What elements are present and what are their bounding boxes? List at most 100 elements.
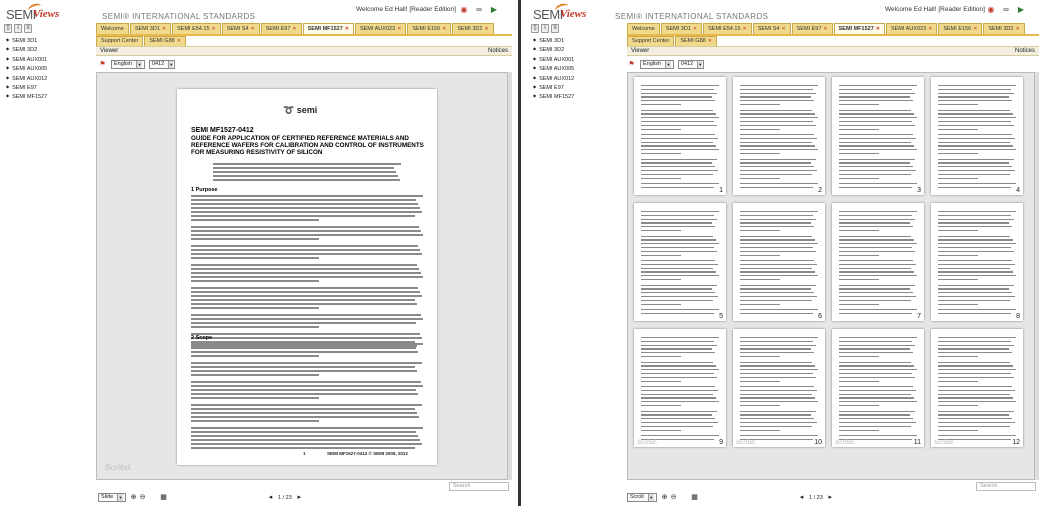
exit-icon[interactable]: ▶ — [1015, 3, 1027, 15]
close-icon[interactable]: ✕ — [292, 24, 296, 34]
document-tab[interactable]: SEMI 3D1 ✕ — [660, 23, 703, 34]
next-page-icon[interactable]: ▸ — [826, 493, 835, 502]
notices-label[interactable]: Notices — [488, 47, 508, 56]
document-tab[interactable]: SEMI AUX023 ✕ — [354, 23, 407, 34]
list-icon[interactable]: ≡ — [24, 24, 32, 33]
zoom-in-icon[interactable]: ⊕ — [129, 493, 138, 502]
close-icon[interactable]: ✕ — [693, 24, 697, 34]
viewer-label[interactable]: Viewer — [100, 47, 118, 56]
view-mode-select[interactable]: Slide ▼ — [98, 493, 126, 502]
document-tab[interactable]: SEMI E54.15 ✕ — [172, 23, 221, 34]
prev-page-icon[interactable]: ◂ — [797, 493, 806, 502]
close-icon[interactable]: ✕ — [823, 24, 827, 34]
close-icon[interactable]: ✕ — [1015, 24, 1019, 34]
sidebar-doc-item[interactable]: SEMI MF1527 — [533, 92, 574, 101]
page-thumbnail[interactable]: Scribd. 12 — [931, 329, 1023, 447]
page-thumbnail[interactable]: 3 — [832, 77, 924, 195]
view-mode-select[interactable]: Scroll ▼ — [627, 493, 657, 502]
document-tab[interactable]: SEMI MF1527 ✕ — [302, 23, 354, 34]
document-icon[interactable]: ▯ — [4, 24, 12, 33]
close-icon[interactable]: ✕ — [708, 37, 712, 46]
document-tab[interactable]: Support Center — [96, 36, 144, 46]
zoom-in-icon[interactable]: ⊕ — [660, 493, 669, 502]
document-tab[interactable]: SEMI E54.15 ✕ — [703, 23, 752, 34]
viewer-label[interactable]: Viewer — [631, 47, 649, 56]
binoculars-icon[interactable]: ∞ — [1000, 3, 1012, 15]
grid-icon[interactable]: ▦ — [690, 493, 699, 502]
document-tab[interactable]: Support Center — [627, 36, 675, 46]
exit-icon[interactable]: ▶ — [488, 3, 500, 15]
document-tab[interactable]: SEMI S4 ✕ — [221, 23, 260, 34]
page-thumbnail[interactable]: 8 — [931, 203, 1023, 321]
thumbnail-viewport[interactable]: 1 2 3 4 5 6 7 8 Scribd. 9 Scribd. 10 Scribd. 11 Scribd… — [627, 72, 1039, 480]
page-thumbnail[interactable]: 6 — [733, 203, 825, 321]
document-tab[interactable]: SEMI MF1527 ✕ — [833, 23, 885, 34]
sidebar-doc-item[interactable]: SEMI AUX001 — [533, 55, 574, 64]
sidebar-doc-item[interactable]: SEMI E97 — [6, 83, 47, 92]
flag-icon[interactable]: ⚑ — [627, 60, 636, 69]
sidebar-doc-item[interactable]: SEMI MF1527 — [6, 92, 47, 101]
sidebar-doc-item[interactable]: SEMI AUX012 — [533, 74, 574, 83]
close-icon[interactable]: ✕ — [973, 24, 977, 34]
binoculars-icon[interactable]: ∞ — [473, 3, 485, 15]
document-tab[interactable]: SEMI S4 ✕ — [752, 23, 791, 34]
left-scrollbar[interactable] — [507, 72, 512, 480]
sidebar-doc-item[interactable]: SEMI AUX012 — [6, 74, 47, 83]
document-tab[interactable]: SEMI E97 ✕ — [791, 23, 833, 34]
search-input[interactable]: Search — [976, 482, 1036, 491]
document-tab[interactable]: Welcome — [96, 23, 129, 34]
page-thumbnail[interactable]: 1 — [634, 77, 726, 195]
page-thumbnail[interactable]: Scribd. 10 — [733, 329, 825, 447]
info-icon[interactable]: i — [541, 24, 549, 33]
close-icon[interactable]: ✕ — [928, 24, 932, 34]
document-tab[interactable]: SEMI G88 ✕ — [675, 36, 717, 46]
sidebar-doc-item[interactable]: SEMI 3D2 — [533, 45, 574, 54]
close-icon[interactable]: ✕ — [345, 24, 349, 34]
sidebar-doc-item[interactable]: SEMI AUX001 — [6, 55, 47, 64]
lifebuoy-icon[interactable]: ◉ — [985, 3, 997, 15]
close-icon[interactable]: ✕ — [743, 24, 747, 34]
lifebuoy-icon[interactable]: ◉ — [458, 3, 470, 15]
page-thumbnail[interactable]: Scribd. 11 — [832, 329, 924, 447]
grid-icon[interactable]: ▦ — [159, 493, 168, 502]
document-tab[interactable]: SEMI 3D1 ✕ — [129, 23, 172, 34]
version-select[interactable]: 0412 ▼ — [149, 60, 175, 69]
document-tab[interactable]: Welcome — [627, 23, 660, 34]
document-tab[interactable]: SEMI 3D2 ✕ — [983, 23, 1025, 34]
sidebar-doc-item[interactable]: SEMI AUX005 — [533, 64, 574, 73]
document-tab[interactable]: SEMI 3D2 ✕ — [452, 23, 494, 34]
close-icon[interactable]: ✕ — [162, 24, 166, 34]
language-select[interactable]: English ▼ — [640, 60, 674, 69]
sidebar-doc-item[interactable]: SEMI E97 — [533, 83, 574, 92]
page-thumbnail[interactable]: Scribd. 9 — [634, 329, 726, 447]
language-select[interactable]: English ▼ — [111, 60, 145, 69]
close-icon[interactable]: ✕ — [876, 24, 880, 34]
document-tab[interactable]: SEMI E156 ✕ — [938, 23, 983, 34]
prev-page-icon[interactable]: ◂ — [266, 493, 275, 502]
sidebar-doc-item[interactable]: SEMI 3D1 — [533, 36, 574, 45]
flag-icon[interactable]: ⚑ — [98, 60, 107, 69]
document-tab[interactable]: SEMI E156 ✕ — [407, 23, 452, 34]
document-viewport[interactable]: ➰ semi SEMI MF1527-0412 GUIDE FOR APPLIC… — [96, 72, 512, 480]
version-select[interactable]: 0412 ▼ — [678, 60, 704, 69]
info-icon[interactable]: i — [14, 24, 22, 33]
close-icon[interactable]: ✕ — [781, 24, 785, 34]
document-icon[interactable]: ▯ — [531, 24, 539, 33]
document-tab[interactable]: SEMI E97 ✕ — [260, 23, 302, 34]
next-page-icon[interactable]: ▸ — [295, 493, 304, 502]
page-thumbnail[interactable]: 7 — [832, 203, 924, 321]
zoom-out-icon[interactable]: ⊖ — [669, 493, 678, 502]
close-icon[interactable]: ✕ — [484, 24, 488, 34]
close-icon[interactable]: ✕ — [250, 24, 254, 34]
close-icon[interactable]: ✕ — [397, 24, 401, 34]
search-input[interactable]: Search — [449, 482, 509, 491]
notices-label[interactable]: Notices — [1015, 47, 1035, 56]
document-tab[interactable]: SEMI G88 ✕ — [144, 36, 186, 46]
sidebar-doc-item[interactable]: SEMI AUX005 — [6, 64, 47, 73]
list-icon[interactable]: ≡ — [551, 24, 559, 33]
page-thumbnail[interactable]: 2 — [733, 77, 825, 195]
sidebar-doc-item[interactable]: SEMI 3D1 — [6, 36, 47, 45]
page-thumbnail[interactable]: 5 — [634, 203, 726, 321]
sidebar-doc-item[interactable]: SEMI 3D2 — [6, 45, 47, 54]
close-icon[interactable]: ✕ — [212, 24, 216, 34]
